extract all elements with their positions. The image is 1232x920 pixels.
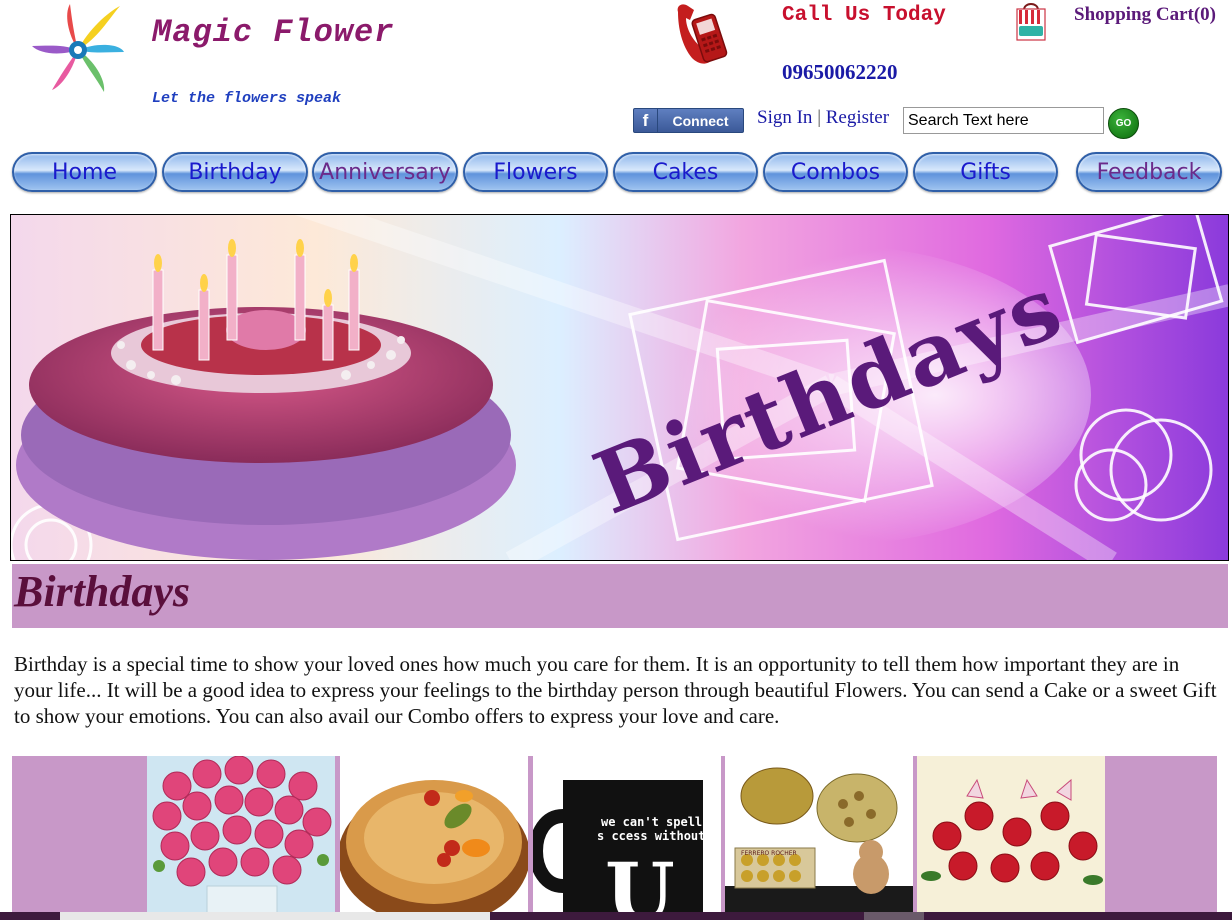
call-us-label: Call Us Today xyxy=(782,4,946,27)
tagline: Let the flowers speak xyxy=(152,90,342,107)
nav-combos[interactable]: Combos xyxy=(763,152,908,192)
facebook-connect-label: Connect xyxy=(672,112,729,129)
page-title: Birthdays xyxy=(14,567,191,616)
auth-links: Sign In | Register xyxy=(757,107,889,129)
nav-home[interactable]: Home xyxy=(12,152,157,192)
nav-gifts[interactable]: Gifts xyxy=(913,152,1058,192)
ferrero-label: FERRERO ROCHER xyxy=(741,850,797,857)
nav-birthday[interactable]: Birthday xyxy=(162,152,308,192)
mug-letter: U xyxy=(605,845,675,920)
birthday-banner: Birthdays xyxy=(10,214,1229,561)
register-link[interactable]: Register xyxy=(826,107,889,128)
section-description: Birthday is a special time to show your … xyxy=(14,652,1217,728)
horizontal-scrollbar[interactable] xyxy=(0,912,1232,920)
mug-text-2: s ccess without xyxy=(597,829,705,843)
mug-text-1: we can't spell xyxy=(601,815,702,829)
shopping-cart-link[interactable]: Shopping Cart(0) xyxy=(1074,4,1216,26)
product-lilies[interactable] xyxy=(917,756,1105,920)
product-roses[interactable] xyxy=(147,756,335,920)
facebook-connect-button[interactable]: f Connect xyxy=(633,108,744,133)
product-mug[interactable]: we can't spell s ccess without U xyxy=(533,756,721,920)
phone-icon xyxy=(672,2,732,70)
facebook-icon: f xyxy=(634,109,658,132)
site-logo[interactable] xyxy=(32,0,124,98)
sign-in-link[interactable]: Sign In xyxy=(757,107,812,128)
nav-flowers[interactable]: Flowers xyxy=(463,152,608,192)
product-strip: we can't spell s ccess without U FERRERO… xyxy=(12,756,1217,920)
section-header: Birthdays xyxy=(12,564,1228,628)
phone-number: 09650062220 xyxy=(782,60,898,84)
brand-title: Magic Flower xyxy=(152,14,395,51)
shopping-bag-icon[interactable] xyxy=(1014,0,1048,42)
nav-cakes[interactable]: Cakes xyxy=(613,152,758,192)
auth-separator: | xyxy=(817,107,821,128)
product-cake[interactable] xyxy=(340,756,528,920)
go-button[interactable]: GO xyxy=(1108,108,1139,139)
scrollbar-segment xyxy=(864,912,924,920)
nav-feedback[interactable]: Feedback xyxy=(1076,152,1222,192)
scrollbar-thumb[interactable] xyxy=(60,912,490,920)
product-gift-hamper[interactable]: FERRERO ROCHER xyxy=(725,756,913,920)
search-input[interactable] xyxy=(903,107,1104,134)
nav-anniversary[interactable]: Anniversary xyxy=(312,152,458,192)
